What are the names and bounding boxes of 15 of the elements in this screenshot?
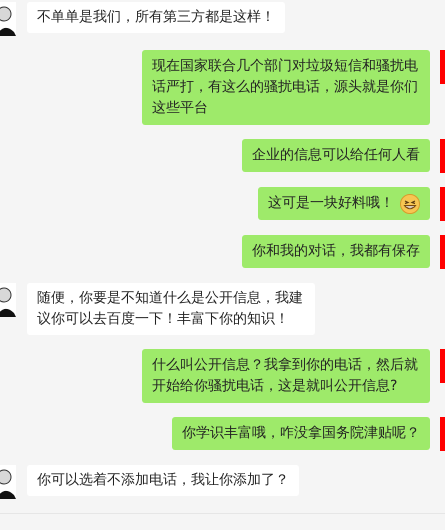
message-bubble: 不单单是我们，所有第三方都是这样！ bbox=[27, 2, 285, 33]
message-bubble: 什么叫公开信息？我拿到你的电话，然后就开始给你骚扰电话，这是就叫公开信息? bbox=[142, 349, 430, 403]
avatar-icon bbox=[440, 139, 445, 173]
message-bubble: 这可是一块好料哦！ bbox=[258, 187, 430, 220]
avatar-icon bbox=[440, 50, 445, 84]
avatar-icon bbox=[440, 187, 445, 221]
message-bubble: 你和我的对话，我都有保存 bbox=[242, 235, 430, 268]
message-bubble: 你可以选着不添加电话，我让你添加了？ bbox=[27, 465, 299, 496]
avatar-icon bbox=[440, 417, 445, 451]
message-bubble: 你学识丰富哦，咋没拿国务院津贴呢？ bbox=[172, 417, 430, 450]
avatar-icon bbox=[440, 235, 445, 269]
message-bubble: 随便，你要是不知道什么是公开信息，我建议你可以去百度一下！丰富下你的知识！ bbox=[27, 283, 315, 335]
message-bubble: 企业的信息可以给任何人看 bbox=[242, 139, 430, 172]
message-bubble: 现在国家联合几个部门对垃圾短信和骚扰电话严打，有这么的骚扰电话，源头就是你们这些平台 bbox=[142, 50, 430, 125]
avatar-icon bbox=[440, 349, 445, 383]
